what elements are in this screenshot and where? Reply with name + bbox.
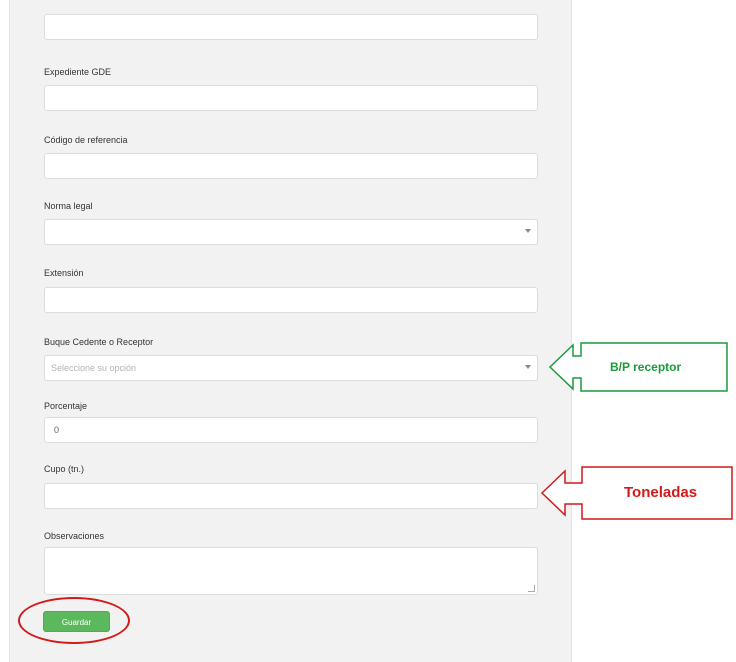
- resize-grip-icon[interactable]: [528, 585, 535, 592]
- expediente-gde-input[interactable]: [44, 85, 538, 111]
- norma-legal-label: Norma legal: [44, 201, 93, 211]
- save-button[interactable]: Guardar: [43, 611, 110, 632]
- buque-label: Buque Cedente o Receptor: [44, 337, 154, 347]
- cupo-input[interactable]: [44, 483, 538, 509]
- porcentaje-value: 0: [54, 425, 60, 435]
- receptor-callout-text: B/P receptor: [610, 360, 682, 374]
- porcentaje-input[interactable]: 0: [44, 417, 538, 443]
- receptor-callout: B/P receptor: [548, 342, 729, 392]
- dropdown-caret-icon: [525, 229, 531, 233]
- codigo-referencia-input[interactable]: [44, 153, 538, 179]
- toneladas-callout: Toneladas: [540, 466, 734, 521]
- buque-select[interactable]: Seleccione su opción: [44, 355, 538, 381]
- dropdown-caret-icon: [525, 365, 531, 369]
- observaciones-textarea[interactable]: [44, 547, 538, 595]
- buque-select-placeholder: Seleccione su opción: [51, 363, 137, 373]
- codigo-referencia-label: Código de referencia: [44, 135, 128, 145]
- cupo-label: Cupo (tn.): [44, 464, 85, 474]
- observaciones-label: Observaciones: [44, 531, 105, 541]
- norma-legal-select[interactable]: [44, 219, 538, 245]
- extension-input[interactable]: [44, 287, 538, 313]
- porcentaje-label: Porcentaje: [44, 401, 88, 411]
- top-text-input[interactable]: [44, 14, 538, 40]
- expediente-gde-label: Expediente GDE: [44, 67, 112, 77]
- extension-label: Extensión: [44, 268, 84, 278]
- toneladas-callout-text: Toneladas: [624, 484, 698, 501]
